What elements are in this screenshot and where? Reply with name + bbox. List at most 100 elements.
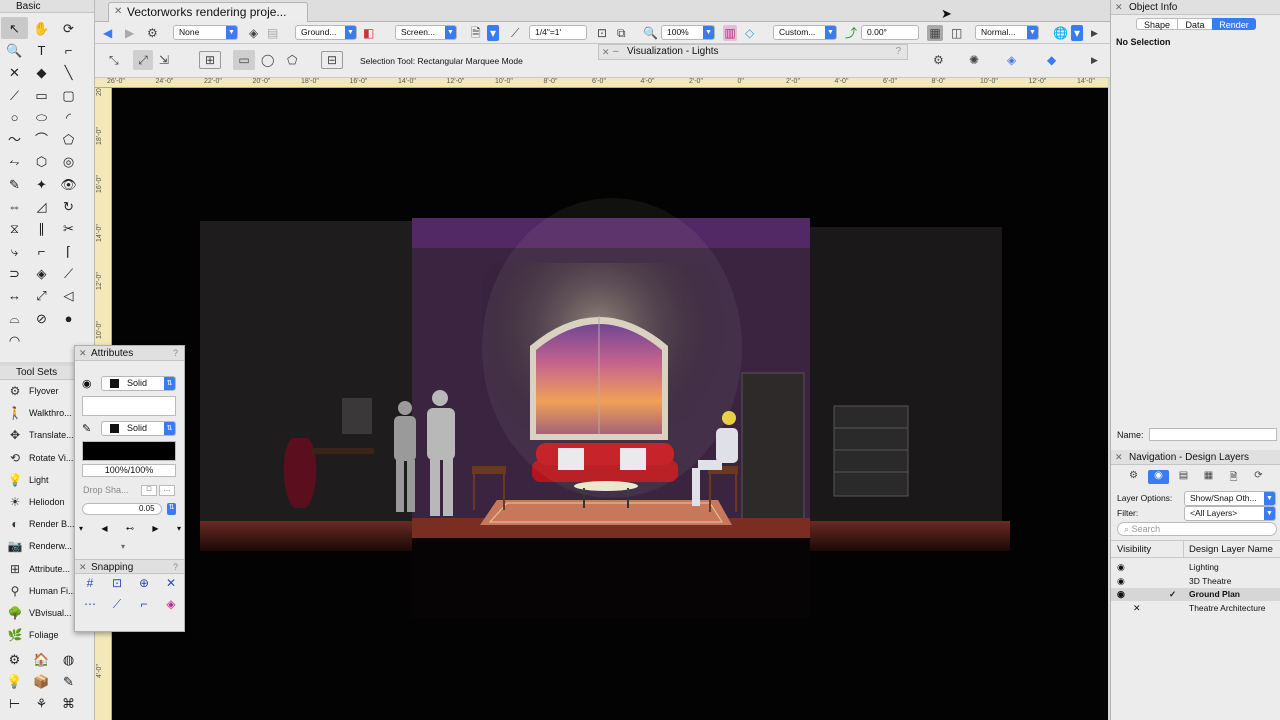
rectangular-marquee-icon[interactable]: ▭ [233,50,255,70]
layer-options-icon[interactable]: ▤ [267,25,278,41]
overflow-arrow-icon[interactable]: ▶ [1091,25,1098,41]
end-arrow-icon[interactable]: ▶ [152,524,158,538]
callout-icon[interactable]: ⌐ [55,39,82,61]
unified-view-icon[interactable]: ▦ [927,25,943,41]
freehand-icon[interactable]: 〜 [1,128,28,150]
page-boundary-icon[interactable]: ▥ [723,25,737,41]
layout-icon[interactable]: ◫ [951,25,962,41]
fill-preview[interactable] [82,396,176,416]
collapse-icon[interactable]: – [613,45,619,59]
layer-row[interactable]: ◉ Lighting [1111,561,1280,574]
circle-icon[interactable]: ○ [1,106,28,128]
light-options-icon[interactable]: ✺ [969,53,979,67]
multi-select-icon[interactable]: ⇲ [159,53,169,67]
help-icon[interactable]: ? [173,346,178,361]
eye-icon[interactable]: ◉ [1117,588,1125,601]
drop-shadow-toggle[interactable]: □ [141,485,157,496]
polyline-icon[interactable]: ⌒ [28,128,55,150]
constrained-dim-icon[interactable]: ⤢ [28,285,55,307]
tool-set-grid-icon[interactable]: 📦 [28,671,55,693]
spiral-icon[interactable]: ◎ [55,151,82,173]
back-arrow-icon[interactable]: ◀ [103,25,112,41]
snap-object-icon[interactable]: ⊡ [104,576,130,596]
flip-view-icon[interactable]: ⧉ [617,25,626,41]
selection-arrow-icon[interactable]: ↖ [1,17,28,40]
sheet-layers-tab-icon[interactable]: ▤ [1173,470,1194,484]
angular-dim-icon[interactable]: ◁ [55,285,82,307]
snap-tangent-icon[interactable]: ⟋ [104,597,130,617]
layer-row[interactable]: ✕ Theatre Architecture [1111,602,1280,615]
protractor-icon[interactable]: ◠ [1,329,28,351]
rotation-field[interactable]: 0.00° [861,25,919,40]
connect-icon[interactable]: ⤷ [1,240,28,262]
zoom-icon[interactable]: 🔍 [643,25,658,41]
layer-row[interactable]: ◉ 3D Theatre [1111,575,1280,588]
double-line-icon[interactable]: ⟋ [1,84,28,106]
layer-visibility-icon[interactable]: ◈ [249,25,258,41]
path-icon[interactable]: ⌓ [1,307,28,329]
split-icon[interactable]: ⟋ [55,262,82,284]
snap-point-icon[interactable]: ⌐ [131,597,157,617]
snap-grid-icon[interactable]: # [77,576,103,596]
rotate-plan-icon[interactable]: ⤴ [845,25,857,41]
zoom-icon[interactable]: 🔍 [1,39,28,61]
light-bulb-icon[interactable]: ● [55,307,82,329]
projection-dropdown[interactable]: Normal... ▼ [975,25,1039,40]
class-dropdown[interactable]: None ▼ [173,25,238,40]
marker-link-icon[interactable]: ⊷ [126,524,134,538]
line-icon[interactable]: ╲ [55,62,82,84]
close-icon[interactable]: ✕ [79,560,87,575]
visualization-palette-header[interactable]: ✕ – Visualization - Lights ? [598,44,908,60]
tool-set-grid-icon[interactable]: ⚘ [28,693,55,715]
move-icon[interactable]: ⇔ [1,195,28,217]
layer-search-input[interactable]: ⌕ Search [1117,522,1277,536]
marquee-options-icon[interactable]: ⊞ [199,51,221,69]
tool-set-grid-icon[interactable]: ⌘ [55,693,82,715]
oval-icon[interactable]: ⬭ [28,106,55,128]
fillet-icon[interactable]: ◿ [28,195,55,217]
pan-hand-icon[interactable]: ✋ [28,17,55,39]
rounded-rect-icon[interactable]: ▢ [55,84,82,106]
filter-dropdown[interactable]: <All Layers> ▼ [1184,506,1276,521]
double-polyline-icon[interactable]: ⥊ [1,151,28,173]
flyover-icon[interactable]: ⟳ [55,17,82,39]
selection-preferences-icon[interactable]: ⊟ [321,51,343,69]
overflow-arrow-icon[interactable]: ▶ [1091,55,1098,66]
scale-field[interactable]: 1/4"=1' [529,25,587,40]
expand-icon[interactable]: ▾ [121,542,125,551]
chevron-down-icon[interactable]: ▾ [1071,25,1083,41]
mirror-icon[interactable]: ⧖ [1,218,28,240]
fill-style-dropdown[interactable]: Solid ⇅ [101,376,176,391]
references-tab-icon[interactable]: ⟳ [1248,470,1269,484]
tool-set-grid-icon[interactable]: ⊢ [1,693,28,715]
document-tab[interactable]: ✕ Vectorworks rendering proje... [108,2,308,22]
close-tab-icon[interactable]: ✕ [114,3,122,21]
close-icon[interactable]: ✕ [602,45,610,59]
layer-options-dropdown[interactable]: Show/Snap Oth... ▼ [1184,491,1276,506]
eye-icon[interactable]: ◉ [1117,575,1125,588]
globe-icon[interactable]: 🌐 [1053,25,1068,41]
help-icon[interactable]: ? [895,45,901,59]
snap-distance-icon[interactable]: ⋯ [77,597,103,617]
name-field[interactable] [1149,428,1277,441]
eyedropper-icon[interactable]: ✎ [1,173,28,195]
disable-snap-icon[interactable]: ⤡ [109,53,119,68]
polygon-marquee-icon[interactable]: ⬠ [287,53,297,67]
compass-icon[interactable]: ⊘ [28,307,55,329]
arc-icon[interactable]: ◜ [55,106,82,128]
polygon-icon[interactable]: ⬠ [55,128,82,150]
offset-icon[interactable]: ∥ [28,218,55,240]
scale-icon[interactable]: ⟋ [511,25,519,41]
tool-set-grid-icon[interactable]: 🏠 [28,648,55,670]
close-icon[interactable]: ✕ [1115,0,1123,15]
snap-to-grid-icon[interactable]: ⊡ [597,25,607,41]
classes-tab-icon[interactable]: ⚙ [1123,470,1144,484]
camera-options-icon[interactable]: ◆ [1047,53,1056,67]
chamfer-icon[interactable]: ⌐ [28,240,55,262]
pen-style-dropdown[interactable]: Solid ⇅ [101,421,176,436]
snap-angle-icon[interactable]: ⊕ [131,576,157,596]
snap-working-plane-icon[interactable]: ◈ [158,597,184,617]
drawing-area[interactable] [112,88,1108,720]
drop-shadow-options-button[interactable]: … [159,485,175,496]
viewports-tab-icon[interactable]: ▦ [1198,470,1219,484]
